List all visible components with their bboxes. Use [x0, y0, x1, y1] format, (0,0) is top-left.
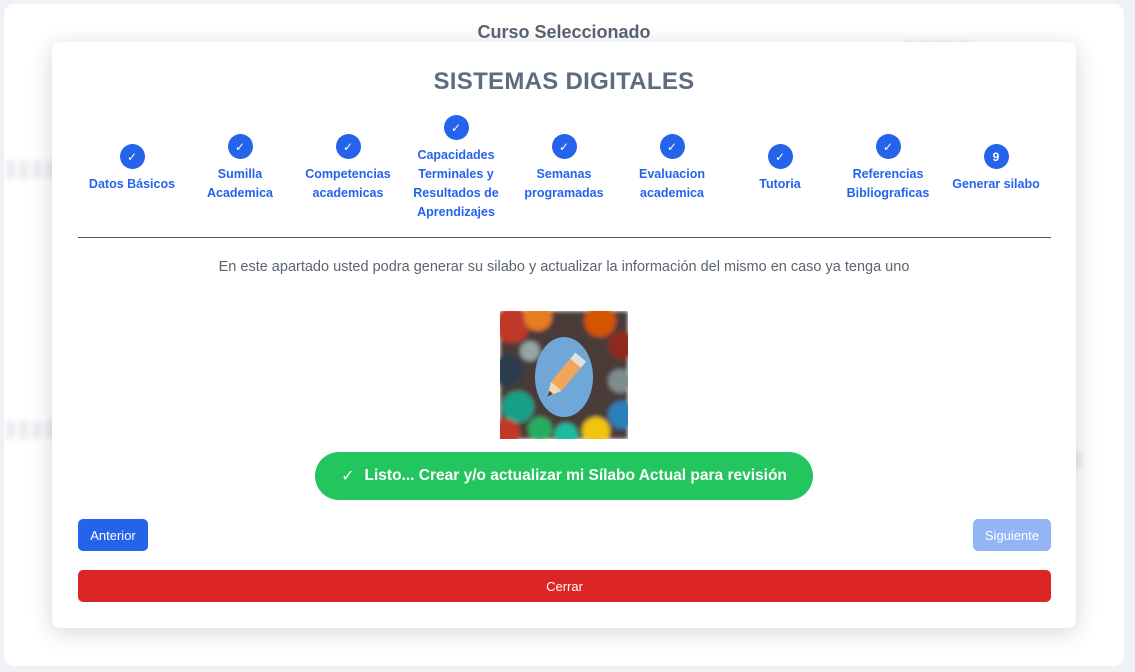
check-icon: ✓	[335, 134, 361, 159]
pencil-icon	[500, 311, 628, 439]
check-icon: ✓	[875, 134, 901, 159]
step-semanas-programadas[interactable]: ✓ Semanas programadas	[510, 134, 618, 203]
step-label: Evaluacion academica	[639, 167, 705, 200]
generate-syllabus-label: Listo... Crear y/o actualizar mi Sílabo …	[364, 467, 787, 484]
step-competencias-academicas[interactable]: ✓ Competencias academicas	[294, 134, 402, 203]
next-button[interactable]: Siguiente	[973, 519, 1051, 551]
generate-syllabus-button[interactable]: ✓ Listo... Crear y/o actualizar mi Sílab…	[315, 452, 813, 500]
check-icon: ✓	[227, 134, 253, 159]
step-number-badge: 9	[983, 144, 1009, 169]
step-label: Datos Básicos	[88, 177, 176, 191]
step-label: Capacidades Terminales y Resultados de A…	[413, 148, 499, 219]
check-icon: ✓	[767, 144, 793, 169]
step-capacidades-terminales[interactable]: ✓ Capacidades Terminales y Resultados de…	[402, 115, 510, 222]
check-icon: ✓	[119, 144, 145, 169]
check-icon: ✓	[341, 468, 355, 485]
wizard-stepper: ✓ Datos Básicos ✓ Sumilla Academica ✓ Co…	[78, 114, 1052, 234]
check-icon: ✓	[551, 134, 577, 159]
step-label: Sumilla Academica	[206, 167, 273, 200]
close-button[interactable]: Cerrar	[78, 570, 1051, 602]
instructions-text: En este apartado usted podra generar su …	[218, 259, 910, 275]
step-referencias-bibliograficas[interactable]: ✓ Referencias Bibliograficas	[834, 134, 942, 203]
page-title: Curso Seleccionado	[477, 22, 651, 42]
syllabus-illustration	[500, 311, 628, 439]
step-label: Tutoria	[759, 177, 801, 191]
check-icon: ✓	[659, 134, 685, 159]
syllabus-modal: SISTEMAS DIGITALES ✓ Datos Básicos ✓ Sum…	[52, 42, 1076, 628]
step-evaluacion-academica[interactable]: ✓ Evaluacion academica	[618, 134, 726, 203]
previous-button[interactable]: Anterior	[78, 519, 148, 551]
check-icon: ✓	[443, 115, 469, 140]
step-datos-basicos[interactable]: ✓ Datos Básicos	[78, 144, 186, 194]
step-label: Competencias academicas	[305, 167, 391, 200]
step-label: Generar silabo	[952, 177, 1040, 191]
divider	[78, 237, 1051, 238]
step-label: Referencias Bibliograficas	[846, 167, 930, 200]
course-title: SISTEMAS DIGITALES	[433, 68, 695, 95]
step-tutoria[interactable]: ✓ Tutoria	[726, 144, 834, 194]
step-generar-silabo[interactable]: 9 Generar silabo	[942, 144, 1050, 194]
step-label: Semanas programadas	[524, 167, 604, 200]
step-sumilla-academica[interactable]: ✓ Sumilla Academica	[186, 134, 294, 203]
